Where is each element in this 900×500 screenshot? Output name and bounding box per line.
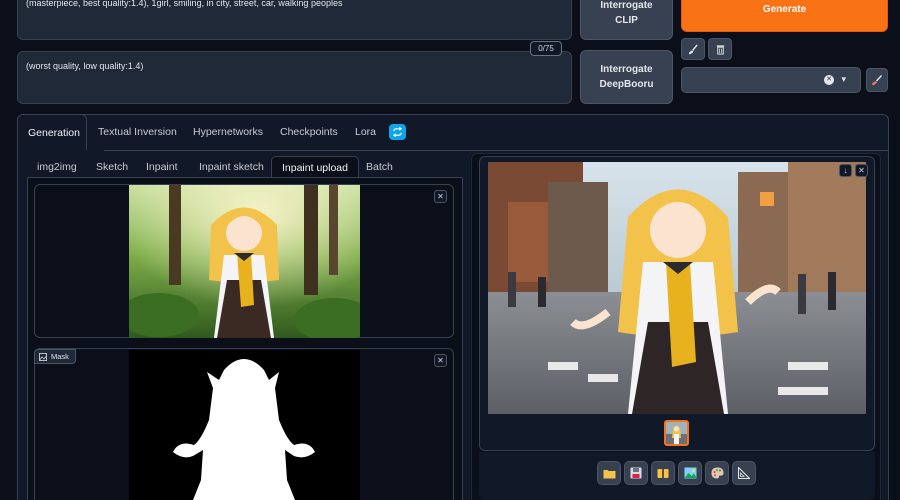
interrogate-clip-button[interactable]: Interrogate CLIP bbox=[580, 0, 673, 40]
close-icon[interactable]: ✕ bbox=[855, 164, 868, 177]
refresh-button[interactable] bbox=[389, 124, 406, 140]
close-icon[interactable]: ✕ bbox=[434, 354, 447, 367]
generated-image[interactable] bbox=[488, 162, 866, 414]
paste-params-button[interactable] bbox=[681, 38, 705, 60]
save-icon bbox=[630, 467, 642, 479]
subtabs-divider bbox=[27, 177, 463, 178]
tab-textual-inversion[interactable]: Textual Inversion bbox=[98, 114, 177, 150]
paint-brush-icon bbox=[872, 75, 883, 85]
mask-label-text: Mask bbox=[51, 352, 69, 361]
send-to-img2img-button[interactable] bbox=[678, 461, 702, 485]
tab-checkpoints[interactable]: Checkpoints bbox=[280, 114, 338, 150]
gallery-thumbnail[interactable] bbox=[664, 420, 689, 446]
download-icon[interactable]: ↓ bbox=[839, 164, 852, 177]
subtab-sketch[interactable]: Sketch bbox=[96, 156, 128, 178]
paint-brush-icon bbox=[688, 43, 698, 54]
refresh-icon bbox=[392, 127, 403, 137]
tab-generation[interactable]: Generation bbox=[17, 114, 87, 150]
image-icon bbox=[684, 467, 696, 479]
subtab-inpaint-sketch[interactable]: Inpaint sketch bbox=[199, 156, 264, 178]
subtab-inpaint-upload[interactable]: Inpaint upload bbox=[271, 156, 359, 178]
negative-prompt-input[interactable]: (worst quality, low quality:1.4) bbox=[17, 51, 572, 104]
source-image bbox=[129, 185, 360, 338]
close-icon[interactable]: ✕ bbox=[434, 190, 447, 203]
ruler-icon bbox=[738, 467, 750, 479]
subtab-batch[interactable]: Batch bbox=[366, 156, 393, 178]
token-counter: 0/75 bbox=[530, 41, 562, 56]
output-gallery: ↓ ✕ bbox=[479, 156, 875, 451]
save-button[interactable] bbox=[624, 461, 648, 485]
mask-upload[interactable]: ✕ bbox=[34, 348, 454, 500]
palette-icon bbox=[711, 467, 723, 479]
extra-networks-tabs: Generation Textual Inversion Hypernetwor… bbox=[17, 114, 889, 150]
close-icon[interactable]: ✕ bbox=[824, 75, 834, 85]
inpaint-image-upload[interactable]: ✕ bbox=[34, 184, 454, 338]
output-actions-bar bbox=[479, 452, 875, 500]
thumbnail-image bbox=[666, 422, 687, 444]
interrogate-deepbooru-button[interactable]: Interrogate DeepBooru bbox=[580, 50, 673, 104]
zip-icon bbox=[657, 469, 669, 478]
subtab-img2img[interactable]: img2img bbox=[37, 156, 77, 178]
mask-label: Mask bbox=[34, 349, 76, 364]
clear-prompt-button[interactable] bbox=[708, 38, 732, 60]
folder-icon bbox=[603, 469, 615, 478]
generate-button[interactable]: Generate bbox=[681, 0, 888, 32]
tab-hypernetworks[interactable]: Hypernetworks bbox=[193, 114, 263, 150]
styles-dropdown[interactable]: ✕ ▾ bbox=[681, 67, 861, 93]
zip-button[interactable] bbox=[651, 461, 675, 485]
send-to-inpaint-button[interactable] bbox=[705, 461, 729, 485]
mask-image bbox=[129, 350, 360, 500]
open-folder-button[interactable] bbox=[597, 461, 621, 485]
chevron-down-icon: ▾ bbox=[841, 74, 846, 84]
tab-lora[interactable]: Lora bbox=[355, 114, 376, 150]
image-icon bbox=[39, 352, 47, 361]
send-to-extras-button[interactable] bbox=[732, 461, 756, 485]
apply-style-button[interactable] bbox=[866, 68, 888, 92]
trash-icon bbox=[716, 44, 724, 55]
tabs-divider bbox=[104, 150, 889, 151]
positive-prompt-input[interactable]: (masterpiece, best quality:1.4), 1girl, … bbox=[17, 0, 572, 40]
subtab-inpaint[interactable]: Inpaint bbox=[146, 156, 178, 178]
